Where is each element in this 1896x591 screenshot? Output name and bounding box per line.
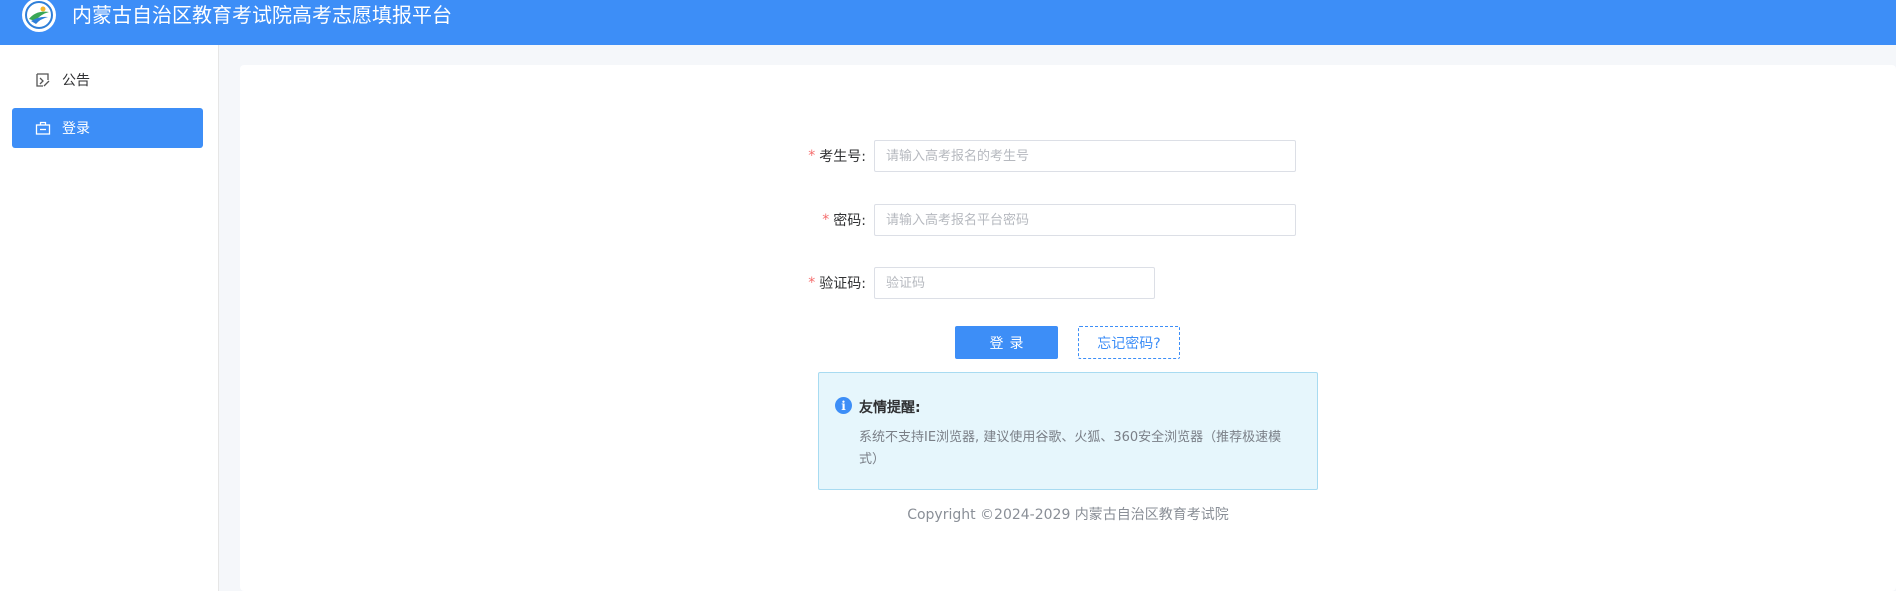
candidate-id-input[interactable] [874,140,1296,172]
captcha-input[interactable] [874,267,1155,299]
info-icon: i [835,397,852,414]
notice-text: 系统不支持IE浏览器, 建议使用谷歌、火狐、360安全浏览器（推荐极速模式） [859,430,1282,467]
password-input[interactable] [874,204,1296,236]
sidebar-item-label: 登录 [62,121,90,137]
login-button[interactable]: 登录 [955,326,1058,359]
sidebar-item-announcement[interactable]: 公告 [12,60,203,100]
captcha-label: * 验证码: [700,267,866,299]
notice-box: i 友情提醒: 系统不支持IE浏览器, 建议使用谷歌、火狐、360安全浏览器（推… [818,372,1318,490]
login-box-icon [34,119,52,137]
captcha-label-text: 验证码: [819,276,866,292]
candidate-id-label-text: 考生号: [819,149,866,165]
sidebar-item-label: 公告 [62,73,90,89]
sidebar: 公告 登录 [0,45,219,591]
password-label: * 密码: [700,204,866,236]
required-mark: * [808,148,816,164]
forgot-password-button[interactable]: 忘记密码? [1078,326,1180,359]
copyright-footer: Copyright ©2024-2029 内蒙古自治区教育考试院 [907,507,1229,523]
school-logo-icon [22,0,56,32]
announcement-icon [34,71,52,89]
top-header: 内蒙古自治区教育考试院高考志愿填报平台 [0,0,1896,45]
app-title: 内蒙古自治区教育考试院高考志愿填报平台 [72,3,452,27]
notice-title: 友情提醒: [859,400,921,416]
sidebar-item-login[interactable]: 登录 [12,108,203,148]
password-label-text: 密码: [833,213,866,229]
required-mark: * [822,212,830,228]
candidate-id-label: * 考生号: [700,140,866,172]
required-mark: * [808,275,816,291]
